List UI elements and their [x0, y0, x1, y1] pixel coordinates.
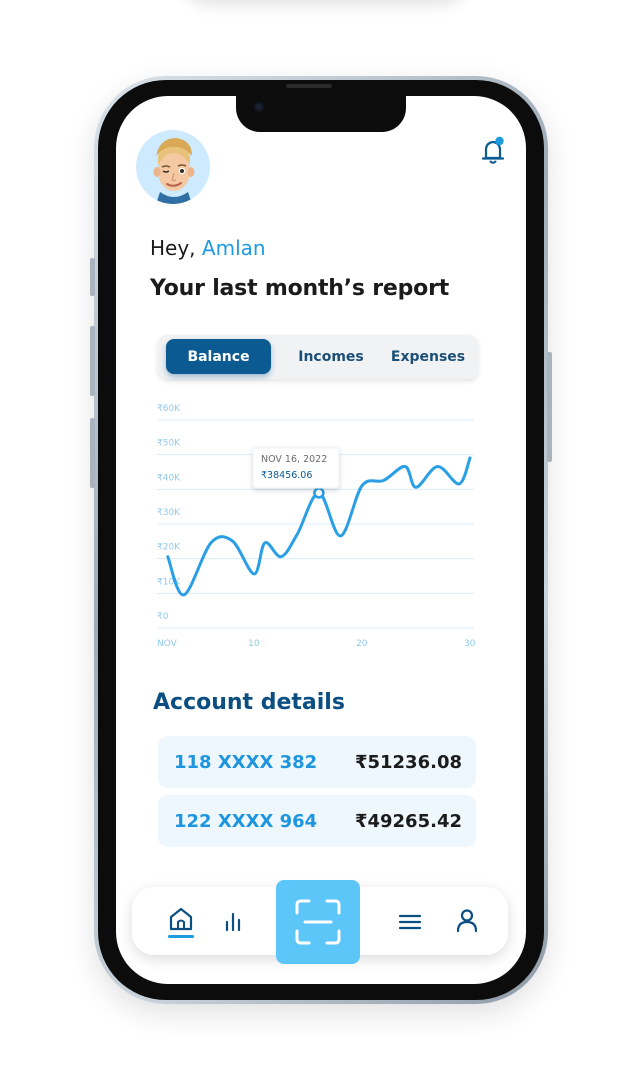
profile-icon[interactable] — [454, 907, 480, 933]
active-tab-indicator — [168, 935, 194, 938]
x-tick-label: NOV — [157, 639, 178, 649]
notch — [236, 92, 406, 132]
tooltip-date: NOV 16, 2022 — [261, 454, 327, 465]
account-number: 122 XXXX 964 — [174, 810, 318, 832]
chart-icon[interactable] — [220, 908, 246, 934]
y-tick-label: ₹60K — [157, 404, 181, 414]
greeting-line: Hey, Amlan — [150, 236, 266, 260]
x-tick-label: 30 — [464, 639, 476, 649]
scan-button[interactable] — [276, 880, 360, 964]
account-balance: ₹49265.42 — [354, 810, 462, 832]
volume-down-button — [90, 418, 95, 488]
account-card[interactable]: 118 XXXX 382 ₹51236.08 — [158, 736, 476, 788]
scan-icon — [295, 899, 341, 945]
avatar[interactable] — [136, 130, 210, 204]
greeting-text: Hey, — [150, 236, 196, 260]
y-tick-label: ₹40K — [157, 473, 181, 483]
y-tick-label: ₹50K — [157, 439, 181, 449]
x-tick-label: 10 — [248, 639, 260, 649]
y-tick-label: ₹0 — [157, 612, 169, 622]
x-tick-label: 20 — [356, 639, 368, 649]
account-number: 118 XXXX 382 — [174, 751, 318, 773]
avatar-memoji-icon — [153, 138, 195, 204]
highlight-point — [313, 487, 325, 499]
balance-line-chart: ₹60K₹50K₹40K₹30K₹20K₹10K₹0NOV 10 20 30NOV 1… — [157, 404, 476, 649]
tab-incomes[interactable]: Incomes — [290, 339, 372, 374]
front-camera — [254, 102, 264, 112]
user-name: Amlan — [201, 236, 266, 260]
account-details-title: Account details — [153, 690, 345, 715]
tab-balance[interactable]: Balance — [166, 339, 271, 374]
menu-icon[interactable] — [397, 909, 423, 935]
report-title: Your last month’s report — [150, 276, 450, 301]
notification-bell-icon[interactable] — [480, 136, 508, 166]
y-tick-label: ₹30K — [157, 508, 181, 518]
account-card[interactable]: 122 XXXX 964 ₹49265.42 — [158, 795, 476, 847]
home-icon[interactable] — [168, 906, 194, 932]
y-tick-label: ₹20K — [157, 543, 181, 553]
volume-up-button — [90, 326, 95, 396]
tooltip-value: ₹38456.06 — [261, 470, 312, 481]
mute-switch — [90, 258, 95, 296]
speaker-grille — [286, 84, 332, 88]
account-balance: ₹51236.08 — [354, 751, 462, 773]
tab-expenses[interactable]: Expenses — [388, 339, 468, 374]
power-button — [547, 352, 552, 462]
